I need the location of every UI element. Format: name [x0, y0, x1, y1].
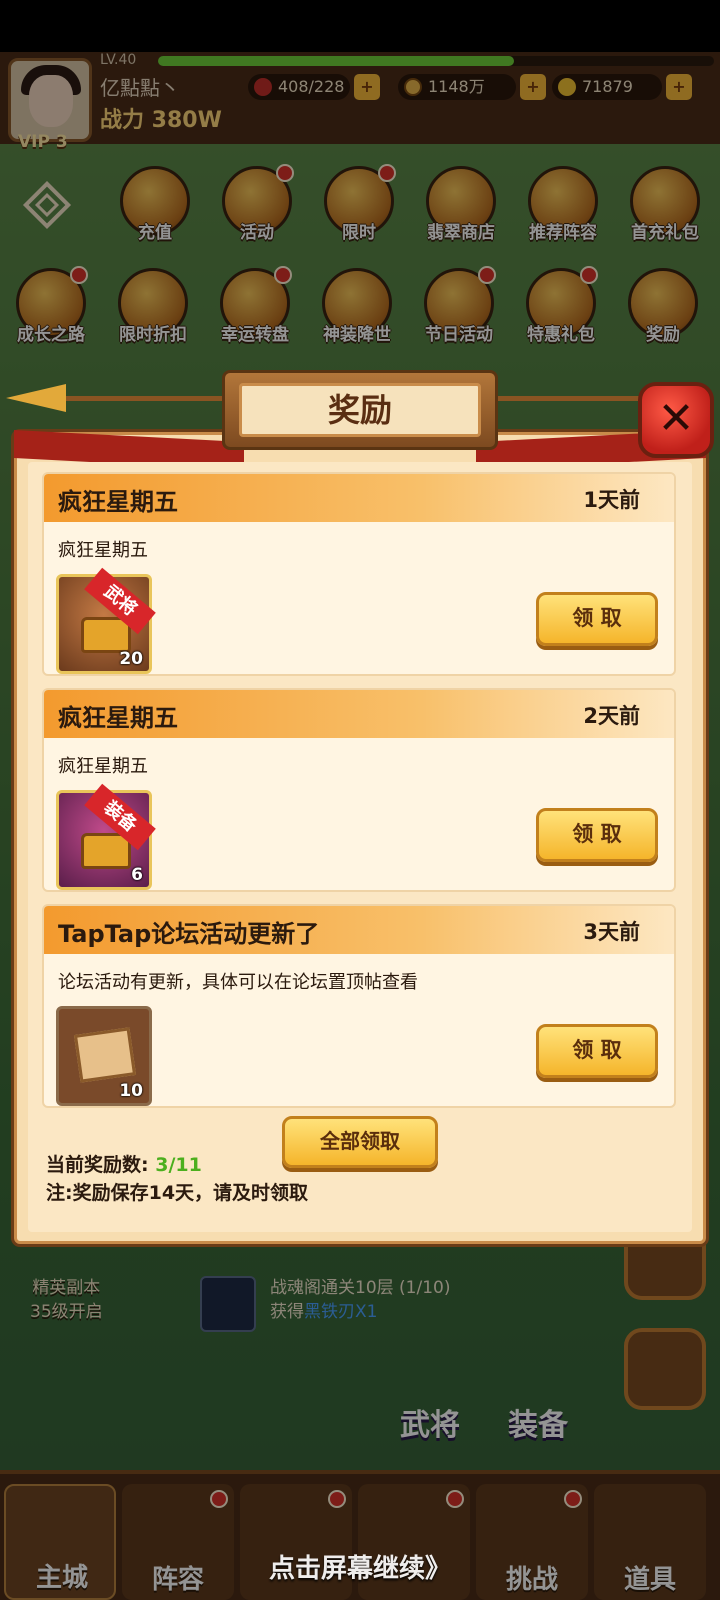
mail-title: 疯狂星期五 [58, 488, 178, 516]
map-scroll-item[interactable]: 10 [56, 1006, 152, 1106]
reward-count-value: 3/11 [155, 1154, 202, 1176]
map-icon [73, 1027, 137, 1083]
claim-all-button[interactable]: 全部领取 [282, 1116, 438, 1168]
item-quantity: 10 [119, 1081, 143, 1101]
equipment-chest-item[interactable]: 装备 6 [56, 783, 156, 890]
mail-time: 2天前 [583, 704, 640, 728]
close-button[interactable]: ✕ [638, 382, 714, 458]
reward-retention-note: 注:奖励保存14天，请及时领取 [46, 1182, 309, 1204]
mail-title: 疯狂星期五 [58, 704, 178, 732]
reward-count-label: 当前奖励数: [46, 1154, 149, 1176]
reward-count: 当前奖励数: 3/11 [46, 1150, 202, 1177]
mail-body: 疯狂星期五 [58, 540, 148, 561]
mail-title: TapTap论坛活动更新了 [58, 920, 320, 948]
reward-mail-list[interactable]: 疯狂星期五 1天前 疯狂星期五 武将 20 领 取 疯狂星期五 2天前 疯狂星期… [42, 472, 676, 1112]
item-quantity: 6 [131, 865, 143, 885]
close-icon: ✕ [657, 393, 695, 444]
dialog-title-plate: 奖励 [222, 370, 498, 450]
mail-time: 1天前 [583, 488, 640, 512]
reward-mail-item: 疯狂星期五 2天前 疯狂星期五 装备 6 领 取 [42, 688, 676, 892]
mail-body: 疯狂星期五 [58, 756, 148, 777]
general-chest-item[interactable]: 武将 20 [56, 567, 156, 674]
claim-button[interactable]: 领 取 [536, 1024, 658, 1078]
dialog-title: 奖励 [239, 383, 481, 437]
mail-time: 3天前 [583, 920, 640, 944]
claim-button[interactable]: 领 取 [536, 808, 658, 862]
reward-dialog: 奖励 ✕ 疯狂星期五 1天前 疯狂星期五 武将 20 领 取 疯狂星期五 2天前… [6, 370, 714, 1244]
status-bar [0, 0, 720, 52]
tap-to-continue[interactable]: 点击屏幕继续》 [0, 1548, 720, 1585]
reward-mail-item: TapTap论坛活动更新了 3天前 论坛活动有更新，具体可以在论坛置顶帖查看 1… [42, 904, 676, 1108]
claim-button[interactable]: 领 取 [536, 592, 658, 646]
item-quantity: 20 [119, 649, 143, 669]
reward-mail-item: 疯狂星期五 1天前 疯狂星期五 武将 20 领 取 [42, 472, 676, 676]
mail-body: 论坛活动有更新，具体可以在论坛置顶帖查看 [58, 972, 418, 993]
